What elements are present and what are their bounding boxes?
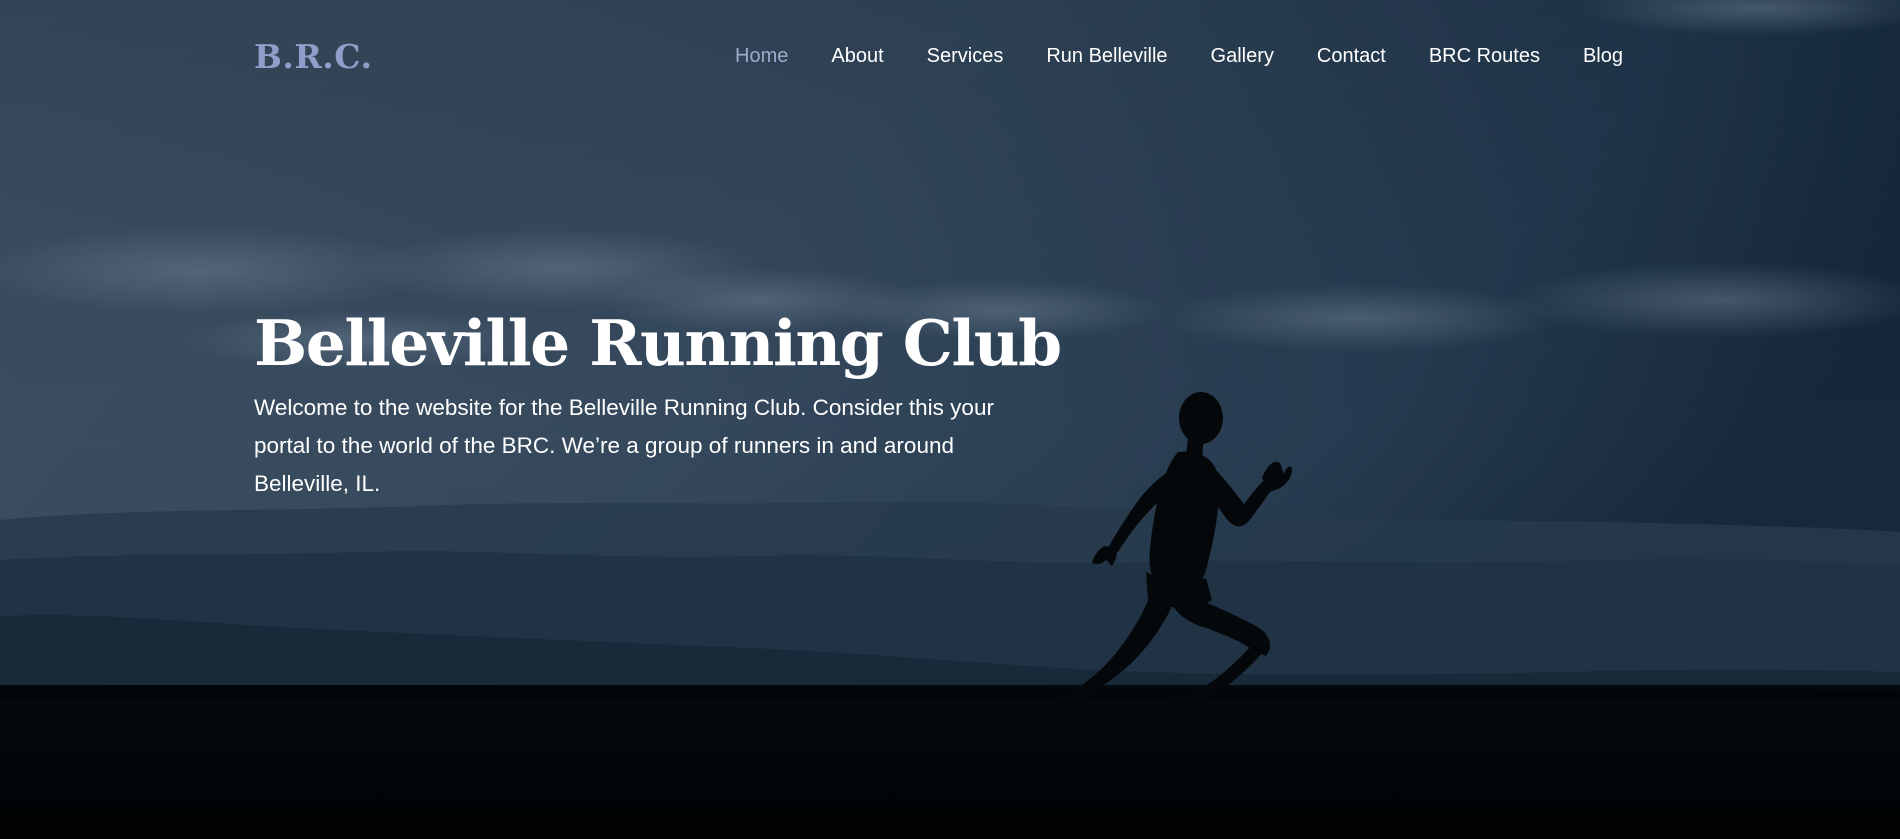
nav-link-brc-routes[interactable]: BRC Routes bbox=[1429, 40, 1540, 72]
nav-item-run-belleville: Run Belleville bbox=[1003, 40, 1167, 72]
nav-item-contact: Contact bbox=[1274, 40, 1386, 72]
site-header: B.R.C. Home About Services Run Bellevill… bbox=[0, 0, 1900, 112]
hero-content: Belleville Running Club Welcome to the w… bbox=[254, 303, 1062, 503]
nav-item-blog: Blog bbox=[1540, 40, 1623, 72]
nav-item-home: Home bbox=[692, 40, 788, 72]
nav-link-run-belleville[interactable]: Run Belleville bbox=[1046, 40, 1167, 72]
nav-link-about[interactable]: About bbox=[831, 40, 883, 72]
nav-link-home[interactable]: Home bbox=[735, 40, 788, 72]
nav-link-services[interactable]: Services bbox=[927, 40, 1004, 72]
nav-link-blog[interactable]: Blog bbox=[1583, 40, 1623, 72]
nav-item-about: About bbox=[788, 40, 883, 72]
hero-description: Welcome to the website for the Bellevill… bbox=[254, 395, 994, 496]
site-logo[interactable]: B.R.C. bbox=[254, 34, 372, 80]
nav-link-contact[interactable]: Contact bbox=[1317, 40, 1386, 72]
nav-list: Home About Services Run Belleville Galle… bbox=[692, 40, 1623, 72]
nav-link-gallery[interactable]: Gallery bbox=[1211, 40, 1274, 72]
nav-item-gallery: Gallery bbox=[1168, 40, 1274, 72]
nav-item-services: Services bbox=[884, 40, 1004, 72]
hero-title: Belleville Running Club bbox=[254, 306, 1062, 380]
hero-section: B.R.C. Home About Services Run Bellevill… bbox=[0, 0, 1900, 839]
nav-item-brc-routes: BRC Routes bbox=[1386, 40, 1540, 72]
